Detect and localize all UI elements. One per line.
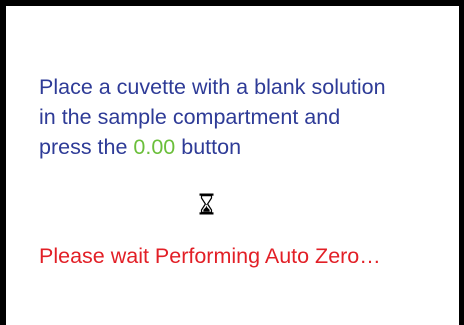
hourglass-icon [199,193,214,215]
auto-zero-status: Please wait Performing Auto Zero… [39,244,381,268]
instruction-line-3: press the [39,135,128,159]
button-word: button [181,135,242,159]
instruction-line-1: Place a cuvette with a blank solution [39,75,386,99]
instruction-text: Place a cuvette with a blank solution in … [39,72,459,162]
zero-button-reference: 0.00 [133,135,176,159]
instruction-line-2: in the sample compartment and [39,105,341,129]
instrument-display: Place a cuvette with a blank solution in … [0,0,464,325]
